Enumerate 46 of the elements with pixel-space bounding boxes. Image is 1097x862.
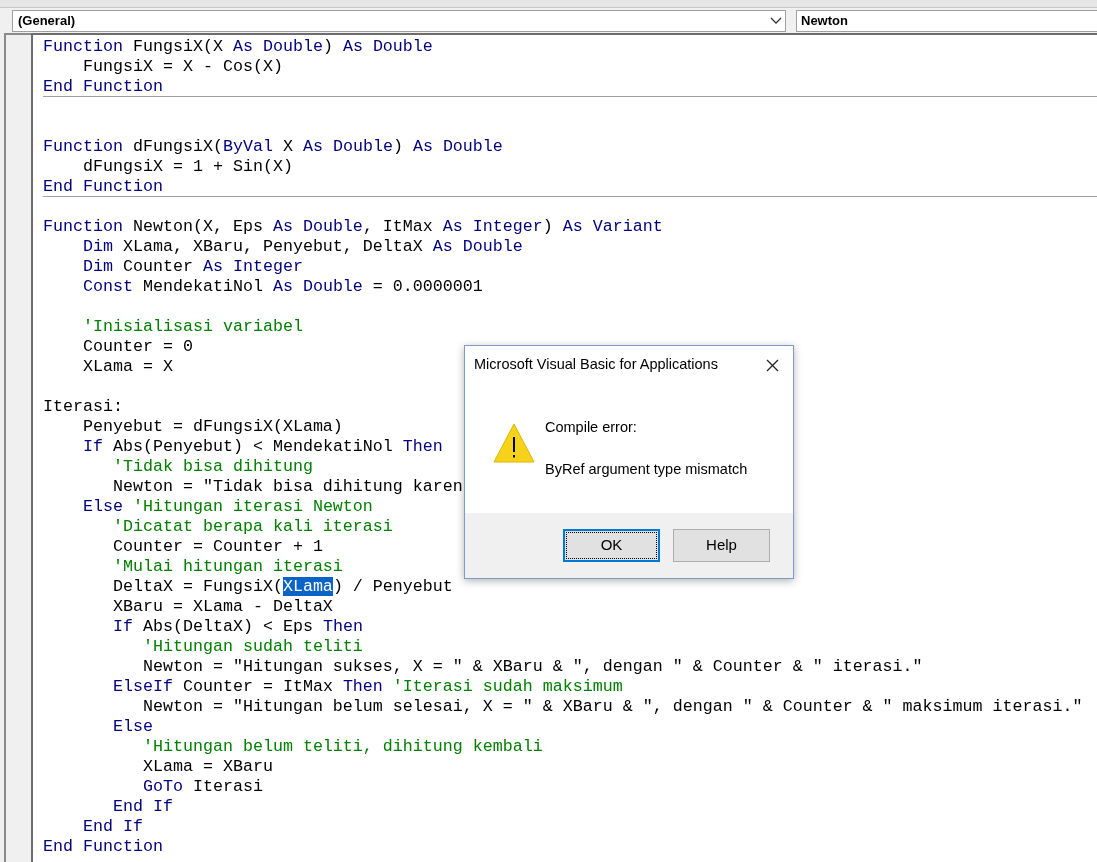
code-line: If Abs(DeltaX) < Eps Then (111, 617, 363, 636)
ok-button[interactable]: OK (563, 529, 660, 562)
code-line: 'Hitungan belum teliti, dihitung kembali (141, 737, 543, 756)
code-line: DeltaX = FungsiX(XLama) / Penyebut (111, 577, 453, 596)
code-line: End If (81, 817, 143, 836)
code-line: 'Inisialisasi variabel (81, 317, 303, 336)
code-line: Iterasi: (43, 397, 123, 416)
code-line: ElseIf Counter = ItMax Then 'Iterasi sudah maksimum (111, 677, 623, 696)
code-line: GoTo Iterasi (141, 777, 263, 796)
error-message: ByRef argument type mismatch (545, 459, 748, 479)
code-line: XLama = XBaru (141, 757, 273, 776)
code-line: FungsiX = X - Cos(X) (81, 57, 283, 76)
dialog-title: Microsoft Visual Basic for Applications (474, 355, 718, 375)
code-line: End Function (43, 837, 163, 856)
code-line: XBaru = XLama - DeltaX (111, 597, 333, 616)
code-line: Newton = "Hitungan sukses, X = " & XBaru & ", dengan " & Counter & " iterasi." (141, 657, 923, 676)
code-line: Function dFungsiX(ByVal X As Double) As Double (43, 137, 503, 156)
code-line: End If (111, 797, 173, 816)
close-icon[interactable] (766, 358, 779, 372)
error-heading: Compile error: (545, 418, 638, 437)
code-line: Penyebut = dFungsiX(XLama) (81, 417, 343, 436)
code-line: Dim XLama, XBaru, Penyebut, DeltaX As Double (81, 237, 523, 256)
code-line: Function FungsiX(X As Double) As Double (43, 37, 433, 56)
object-dropdown[interactable]: (General) (12, 9, 786, 32)
code-line: dFungsiX = 1 + Sin(X) (81, 157, 293, 176)
code-line: Const MendekatiNol As Double = 0.0000001 (81, 277, 483, 296)
code-line: 'Tidak bisa dihitung (111, 457, 313, 476)
code-line: Newton = "Hitungan belum selesai, X = " & XBaru & ", dengan " & Counter & " maksimum iterasi." (141, 697, 1083, 716)
code-line: Counter = Counter + 1 (111, 537, 323, 556)
help-button[interactable]: Help (673, 529, 770, 562)
code-line: Newton = "Tidak bisa dihitung karen (111, 477, 463, 496)
code-line: End Function (43, 77, 163, 96)
code-line: 'Mulai hitungan iterasi (111, 557, 343, 576)
procedure-dropdown[interactable]: Newton (796, 9, 1097, 32)
code-line: XLama = X (81, 357, 173, 376)
code-line: 'Dicatat berapa kali iterasi (111, 517, 393, 536)
code-line: Dim Counter As Integer (81, 257, 303, 276)
code-line: End Function (43, 177, 163, 196)
code-line: Function Newton(X, Eps As Double, ItMax As Integer) As Variant (43, 217, 663, 236)
code-line: 'Hitungan sudah teliti (141, 637, 363, 656)
code-line: Else (111, 717, 153, 736)
chevron-down-icon (770, 16, 782, 25)
code-line: If Abs(Penyebut) < MendekatiNol Then (81, 437, 443, 456)
warning-icon (493, 423, 535, 463)
code-line: Counter = 0 (81, 337, 193, 356)
code-line: Else 'Hitungan iterasi Newton (81, 497, 373, 516)
